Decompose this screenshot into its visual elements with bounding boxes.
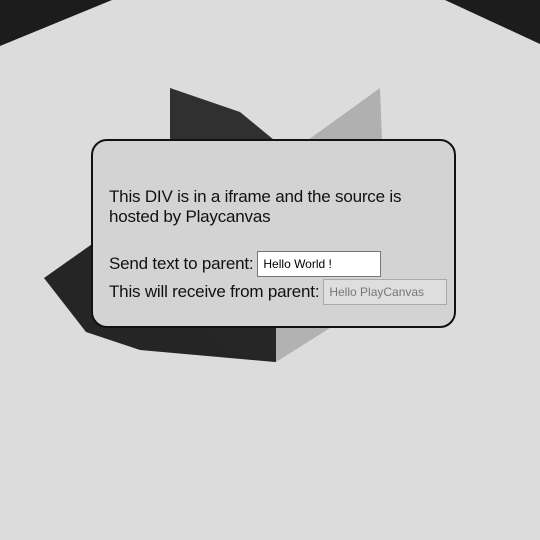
panel-description: This DIV is in a iframe and the source i…: [109, 187, 402, 226]
send-row: Send text to parent:: [109, 251, 382, 277]
send-text-label: Send text to parent:: [109, 254, 254, 273]
receive-text-label: This will receive from parent:: [109, 282, 320, 301]
send-text-input[interactable]: [257, 251, 382, 277]
receive-text-input: [323, 279, 448, 305]
iframe-message-panel: This DIV is in a iframe and the source i…: [91, 139, 456, 328]
receive-row: This will receive from parent:: [109, 279, 448, 305]
